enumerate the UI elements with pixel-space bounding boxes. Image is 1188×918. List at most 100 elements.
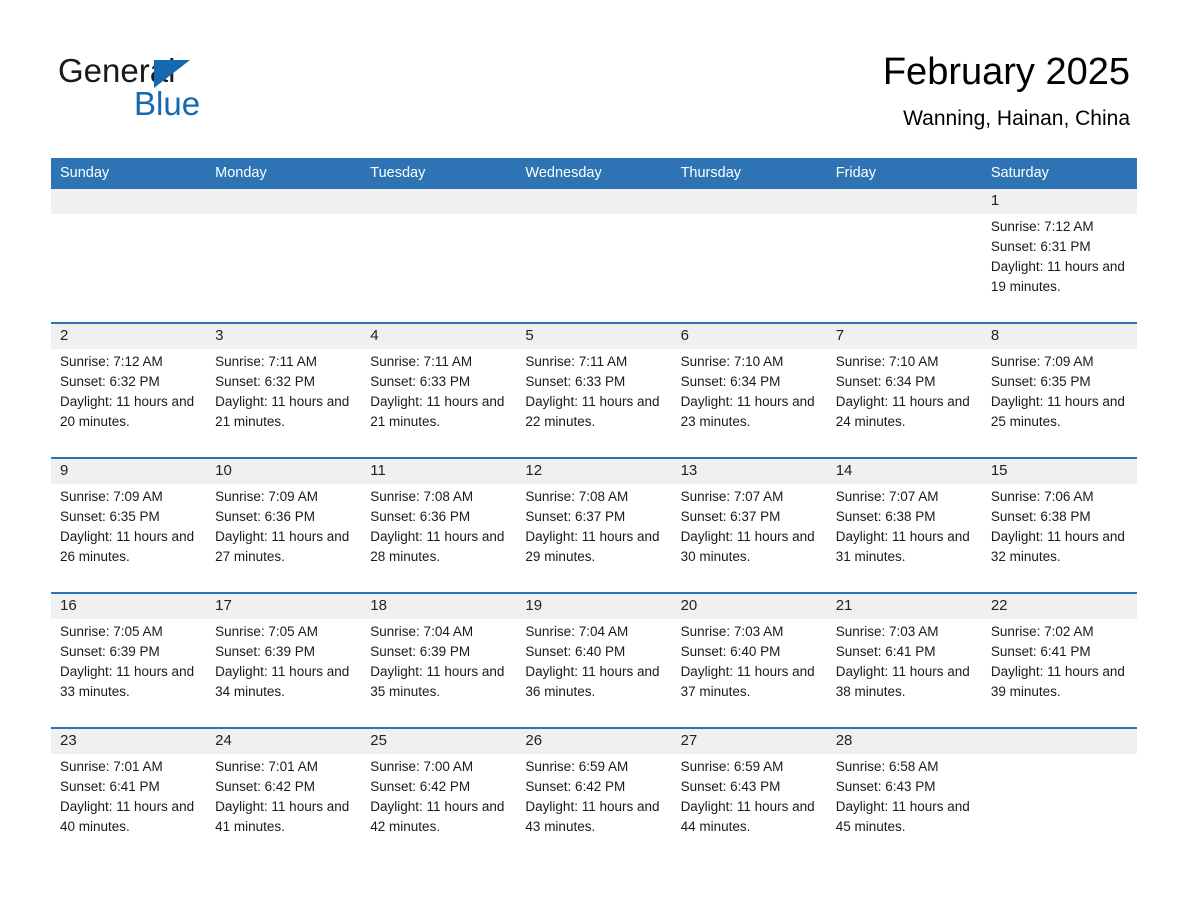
calendar-day-cell-empty xyxy=(206,189,362,323)
day-number: 20 xyxy=(671,594,827,619)
weekday-header-tuesday: Tuesday xyxy=(361,158,517,189)
daylight-text: Daylight: 11 hours and 27 minutes. xyxy=(215,529,350,564)
sunrise-text: Sunrise: 7:09 AM xyxy=(60,489,163,504)
day-details: Sunrise: 7:04 AM Sunset: 6:40 PM Daylight:… xyxy=(516,619,671,702)
daylight-text: Daylight: 11 hours and 37 minutes. xyxy=(680,664,815,699)
calendar-day-cell: 6 Sunrise: 7:10 AM Sunset: 6:34 PM Daylight… xyxy=(671,322,827,458)
day-details: Sunrise: 6:59 AM Sunset: 6:42 PM Daylight:… xyxy=(516,754,671,837)
calendar-day-cell: 4 Sunrise: 7:11 AM Sunset: 6:33 PM Daylight… xyxy=(361,322,517,458)
calendar-day-cell: 18 Sunrise: 7:04 AM Sunset: 6:39 PM Dayligh… xyxy=(361,592,517,728)
calendar-day-cell: 21 Sunrise: 7:03 AM Sunset: 6:41 PM Dayligh… xyxy=(826,592,982,728)
day-number: 12 xyxy=(516,459,672,484)
sunset-text: Sunset: 6:32 PM xyxy=(60,374,160,389)
day-details: Sunrise: 7:09 AM Sunset: 6:36 PM Daylight:… xyxy=(206,484,361,567)
day-number-placeholder xyxy=(826,189,982,214)
day-details: Sunrise: 7:03 AM Sunset: 6:40 PM Daylight:… xyxy=(672,619,827,702)
sunset-text: Sunset: 6:36 PM xyxy=(215,509,315,524)
daylight-text: Daylight: 11 hours and 31 minutes. xyxy=(835,529,970,564)
calendar-day-cell: 24 Sunrise: 7:01 AM Sunset: 6:42 PM Dayligh… xyxy=(206,727,362,862)
calendar-day-cell: 2 Sunrise: 7:12 AM Sunset: 6:32 PM Daylight… xyxy=(51,322,207,458)
weekday-header-sunday: Sunday xyxy=(51,158,207,189)
calendar-week-row: 23 Sunrise: 7:01 AM Sunset: 6:41 PM Dayligh… xyxy=(51,727,1137,862)
page-title: February 2025 xyxy=(882,51,1130,93)
sunset-text: Sunset: 6:37 PM xyxy=(680,509,781,524)
day-details: Sunrise: 7:02 AM Sunset: 6:41 PM Daylight:… xyxy=(982,619,1137,702)
calendar-day-cell: 23 Sunrise: 7:01 AM Sunset: 6:41 PM Dayligh… xyxy=(51,727,207,862)
sunrise-text: Sunrise: 7:11 AM xyxy=(215,354,317,369)
sunrise-text: Sunrise: 7:02 AM xyxy=(990,624,1094,639)
calendar-day-cell: 27 Sunrise: 6:59 AM Sunset: 6:43 PM Dayligh… xyxy=(671,727,827,862)
daylight-text: Daylight: 11 hours and 35 minutes. xyxy=(370,664,505,699)
sunrise-text: Sunrise: 7:00 AM xyxy=(370,759,474,774)
calendar-day-cell: 28 Sunrise: 6:58 AM Sunset: 6:43 PM Dayligh… xyxy=(826,727,982,862)
day-number-placeholder xyxy=(981,729,1137,754)
day-details: Sunrise: 7:00 AM Sunset: 6:42 PM Daylight:… xyxy=(361,754,516,837)
calendar-day-cell: 16 Sunrise: 7:05 AM Sunset: 6:39 PM Dayligh… xyxy=(51,592,207,728)
day-details: Sunrise: 7:09 AM Sunset: 6:35 PM Daylight:… xyxy=(982,349,1137,432)
daylight-text: Daylight: 11 hours and 28 minutes. xyxy=(370,529,505,564)
calendar-day-cell: 17 Sunrise: 7:05 AM Sunset: 6:39 PM Dayligh… xyxy=(206,592,362,728)
day-number: 2 xyxy=(51,324,207,349)
daylight-text: Daylight: 11 hours and 20 minutes. xyxy=(60,394,195,429)
daylight-text: Daylight: 11 hours and 43 minutes. xyxy=(525,799,660,834)
daylight-text: Daylight: 11 hours and 45 minutes. xyxy=(835,799,970,834)
daylight-text: Daylight: 11 hours and 41 minutes. xyxy=(215,799,350,834)
sunset-text: Sunset: 6:35 PM xyxy=(990,374,1091,389)
sunset-text: Sunset: 6:33 PM xyxy=(525,374,626,389)
daylight-text: Daylight: 11 hours and 39 minutes. xyxy=(990,664,1125,699)
calendar-day-cell: 13 Sunrise: 7:07 AM Sunset: 6:37 PM Dayligh… xyxy=(671,457,827,593)
sunset-text: Sunset: 6:43 PM xyxy=(835,779,936,794)
calendar-day-cell: 9 Sunrise: 7:09 AM Sunset: 6:35 PM Daylight… xyxy=(51,457,207,593)
day-number: 6 xyxy=(671,324,827,349)
calendar-week-row: 2 Sunrise: 7:12 AM Sunset: 6:32 PM Daylight… xyxy=(51,322,1137,458)
daylight-text: Daylight: 11 hours and 22 minutes. xyxy=(525,394,660,429)
sunrise-text: Sunrise: 7:08 AM xyxy=(370,489,474,504)
weekday-header-thursday: Thursday xyxy=(671,158,827,189)
day-details: Sunrise: 7:05 AM Sunset: 6:39 PM Daylight:… xyxy=(51,619,206,702)
day-number: 21 xyxy=(826,594,982,619)
sunrise-text: Sunrise: 6:59 AM xyxy=(680,759,784,774)
calendar-day-cell: 20 Sunrise: 7:03 AM Sunset: 6:40 PM Dayligh… xyxy=(671,592,827,728)
calendar-day-cell: 19 Sunrise: 7:04 AM Sunset: 6:40 PM Dayligh… xyxy=(516,592,672,728)
sunset-text: Sunset: 6:39 PM xyxy=(215,644,315,659)
sunrise-text: Sunrise: 7:12 AM xyxy=(60,354,163,369)
sunrise-text: Sunrise: 7:09 AM xyxy=(990,354,1094,369)
weekday-header-wednesday: Wednesday xyxy=(516,158,672,189)
calendar-day-cell-empty xyxy=(51,189,207,323)
day-number: 15 xyxy=(981,459,1137,484)
day-number: 9 xyxy=(51,459,207,484)
daylight-text: Daylight: 11 hours and 26 minutes. xyxy=(60,529,195,564)
daylight-text: Daylight: 11 hours and 33 minutes. xyxy=(60,664,195,699)
weekday-header-saturday: Saturday xyxy=(981,158,1137,189)
day-number: 14 xyxy=(826,459,982,484)
day-details: Sunrise: 7:01 AM Sunset: 6:41 PM Daylight:… xyxy=(51,754,206,837)
day-details: Sunrise: 7:01 AM Sunset: 6:42 PM Daylight:… xyxy=(206,754,361,837)
weekday-header-friday: Friday xyxy=(826,158,982,189)
calendar-day-cell: 5 Sunrise: 7:11 AM Sunset: 6:33 PM Daylight… xyxy=(516,322,672,458)
weekday-header-monday: Monday xyxy=(206,158,362,189)
day-details: Sunrise: 7:11 AM Sunset: 6:33 PM Daylight:… xyxy=(361,349,516,432)
sunrise-text: Sunrise: 7:10 AM xyxy=(835,354,939,369)
general-blue-logo[interactable]: General Blue xyxy=(58,52,358,122)
daylight-text: Daylight: 11 hours and 21 minutes. xyxy=(370,394,505,429)
day-details: Sunrise: 7:12 AM Sunset: 6:32 PM Daylight:… xyxy=(51,349,206,432)
brand-name-blue: Blue xyxy=(134,85,201,122)
calendar-day-cell-empty xyxy=(981,727,1137,862)
calendar-day-cell: 10 Sunrise: 7:09 AM Sunset: 6:36 PM Dayligh… xyxy=(206,457,362,593)
calendar-day-cell: 25 Sunrise: 7:00 AM Sunset: 6:42 PM Dayligh… xyxy=(361,727,517,862)
sunrise-text: Sunrise: 6:59 AM xyxy=(525,759,629,774)
day-details: Sunrise: 7:04 AM Sunset: 6:39 PM Daylight:… xyxy=(361,619,516,702)
sunrise-text: Sunrise: 7:04 AM xyxy=(525,624,629,639)
calendar-day-cell: 26 Sunrise: 6:59 AM Sunset: 6:42 PM Dayligh… xyxy=(516,727,672,862)
day-number: 11 xyxy=(361,459,517,484)
sunrise-text: Sunrise: 7:03 AM xyxy=(835,624,939,639)
sunrise-text: Sunrise: 7:07 AM xyxy=(835,489,939,504)
day-number: 16 xyxy=(51,594,207,619)
calendar-day-cell: 7 Sunrise: 7:10 AM Sunset: 6:34 PM Daylight… xyxy=(826,322,982,458)
calendar-day-cell-empty xyxy=(826,189,982,323)
daylight-text: Daylight: 11 hours and 21 minutes. xyxy=(215,394,350,429)
day-number-placeholder xyxy=(361,189,517,214)
calendar-day-cell: 22 Sunrise: 7:02 AM Sunset: 6:41 PM Dayligh… xyxy=(981,592,1137,728)
calendar-day-cell: 11 Sunrise: 7:08 AM Sunset: 6:36 PM Dayligh… xyxy=(361,457,517,593)
day-number: 8 xyxy=(981,324,1137,349)
